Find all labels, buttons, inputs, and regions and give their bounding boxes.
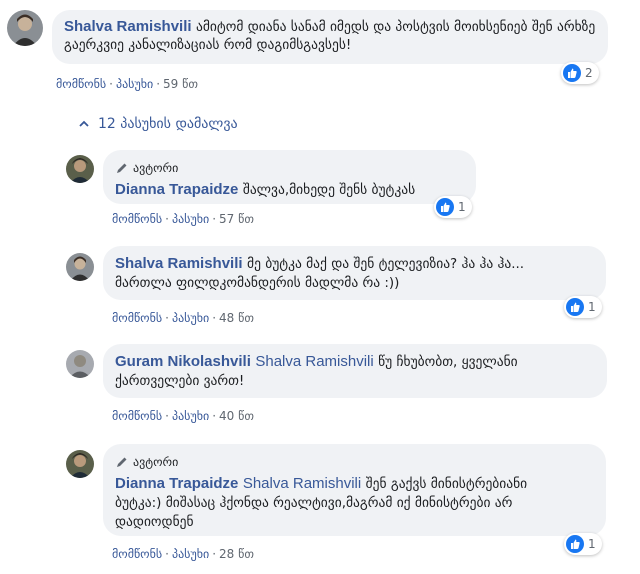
- separator: ·: [212, 547, 217, 561]
- author-badge: ავტორი: [115, 452, 594, 472]
- separator: ·: [165, 212, 169, 226]
- separator: ·: [212, 311, 217, 325]
- reply-text-line: დადიოდნენ: [115, 514, 194, 530]
- like-button[interactable]: მომწონს: [56, 77, 106, 91]
- reaction-count: 1: [458, 200, 466, 214]
- like-reaction-icon: [436, 198, 454, 216]
- avatar[interactable]: [66, 155, 94, 183]
- reply-button[interactable]: პასუხი: [172, 409, 209, 423]
- separator: ·: [212, 409, 217, 423]
- reply-reactions[interactable]: 1: [564, 533, 602, 555]
- author-badge-label: ავტორი: [133, 455, 179, 469]
- avatar-image: [66, 155, 94, 183]
- hide-replies-button[interactable]: 12 პასუხის დამალვა: [78, 116, 238, 132]
- reply-text-line: მართლა ფილდკომანდერის მადლმა რა :)): [115, 275, 400, 291]
- avatar-image: [7, 10, 43, 46]
- separator: ·: [156, 77, 161, 91]
- like-button[interactable]: მომწონს: [112, 409, 162, 423]
- avatar-image: [66, 253, 94, 281]
- author-badge: ავტორი: [115, 158, 464, 178]
- chevron-up-icon: [79, 120, 89, 127]
- reply-bubble: Shalva Ramishvili მე ბუტკა მაქ და შენ ტე…: [103, 246, 606, 300]
- timestamp[interactable]: 48 წთ: [219, 311, 254, 325]
- reply-text-line: შენ გაქვს მინისტრებიანი: [365, 476, 528, 492]
- reply-author[interactable]: Dianna Trapaidze: [115, 475, 238, 492]
- comment-author[interactable]: Shalva Ramishvili: [64, 18, 192, 35]
- reply-text: შალვა,მიხედე შენს ბუტკას: [242, 182, 416, 198]
- avatar[interactable]: [7, 10, 43, 46]
- author-badge-label: ავტორი: [133, 161, 179, 175]
- reaction-count: 1: [588, 537, 596, 551]
- reply-author[interactable]: Guram Nikolashvili: [115, 353, 251, 370]
- comment-actions: მომწონს · პასუხი · 59 წთ: [56, 76, 198, 92]
- reply-reactions[interactable]: 1: [564, 296, 602, 318]
- reply-button[interactable]: პასუხი: [172, 311, 209, 325]
- timestamp[interactable]: 57 წთ: [219, 212, 254, 226]
- like-reaction-icon: [563, 64, 581, 82]
- reply-author[interactable]: Shalva Ramishvili: [115, 255, 243, 272]
- avatar-image: [66, 450, 94, 478]
- mention-link[interactable]: Shalva Ramishvili: [243, 475, 361, 492]
- reply-actions: მომწონს · პასუხი · 40 წთ: [112, 408, 254, 424]
- like-button[interactable]: მომწონს: [112, 547, 162, 561]
- separator: ·: [165, 311, 169, 325]
- reply-button[interactable]: პასუხი: [172, 212, 209, 226]
- like-button[interactable]: მომწონს: [112, 212, 162, 226]
- reply-text-line: წუ ჩხუბობთ, ყველანი: [378, 354, 518, 370]
- reply-bubble: Guram Nikolashvili Shalva Ramishvili წუ …: [103, 344, 607, 398]
- mention-link[interactable]: Shalva Ramishvili: [255, 353, 373, 370]
- avatar-image: [66, 350, 94, 378]
- separator: ·: [212, 212, 217, 226]
- reply-actions: მომწონს · პასუხი · 48 წთ: [112, 310, 254, 326]
- reply-actions: მომწონს · პასუხი · 57 წთ: [112, 211, 254, 227]
- comment-bubble: Shalva Ramishvili ამიტომ დიანა სანამ იმე…: [52, 10, 608, 64]
- reply-text-line: ბუტკა:) მიშასაც ჰქონდა რეალტივი,მაგრამ ი…: [115, 495, 513, 511]
- reaction-count: 1: [588, 300, 596, 314]
- separator: ·: [109, 77, 113, 91]
- timestamp[interactable]: 40 წთ: [219, 409, 254, 423]
- like-reaction-icon: [566, 535, 584, 553]
- reply-author[interactable]: Dianna Trapaidze: [115, 181, 238, 198]
- pencil-icon: [117, 163, 127, 173]
- separator: ·: [165, 547, 169, 561]
- hide-replies-label: 12 პასუხის დამალვა: [98, 116, 238, 132]
- reply-button[interactable]: პასუხი: [172, 547, 209, 561]
- reaction-count: 2: [585, 66, 593, 80]
- timestamp[interactable]: 59 წთ: [163, 77, 198, 91]
- avatar[interactable]: [66, 450, 94, 478]
- reply-bubble: ავტორი Dianna Trapaidze Shalva Ramishvil…: [103, 444, 606, 536]
- avatar[interactable]: [66, 253, 94, 281]
- comment-reactions[interactable]: 2: [561, 62, 599, 84]
- reply-actions: მომწონს · პასუხი · 28 წთ: [112, 546, 254, 562]
- separator: ·: [165, 409, 169, 423]
- avatar[interactable]: [66, 350, 94, 378]
- reply-text-line: მე ბუტკა მაქ და შენ ტელევიზია? ჰა ჰა ჰა.…: [247, 256, 525, 272]
- reply-button[interactable]: პასუხი: [116, 77, 153, 91]
- reply-text-line: ქართველები ვართ!: [115, 373, 245, 389]
- like-reaction-icon: [566, 298, 584, 316]
- reply-bubble: ავტორი Dianna Trapaidze შალვა,მიხედე შენ…: [103, 150, 476, 204]
- pencil-icon: [117, 457, 127, 467]
- like-button[interactable]: მომწონს: [112, 311, 162, 325]
- timestamp[interactable]: 28 წთ: [219, 547, 254, 561]
- reply-reactions[interactable]: 1: [434, 196, 472, 218]
